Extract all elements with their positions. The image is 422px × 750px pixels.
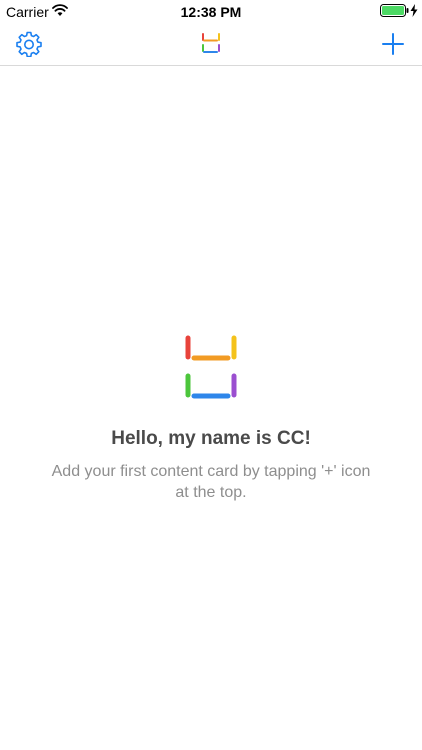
status-bar: Carrier 12:38 PM [0,0,422,22]
navigation-bar [0,22,422,66]
empty-state-logo-icon [185,335,237,399]
app-logo-icon [202,33,220,53]
gear-icon[interactable] [16,31,42,57]
battery-icon [380,4,409,17]
app-screen: Carrier 12:38 PM Hello, my name is CC! A… [0,0,422,750]
status-time: 12:38 PM [180,4,242,20]
empty-state-title: Hello, my name is CC! [111,428,311,449]
plus-icon[interactable] [380,31,406,57]
empty-state-subtitle: Add your first content card by tapping '… [51,463,371,501]
charging-icon [410,4,418,17]
